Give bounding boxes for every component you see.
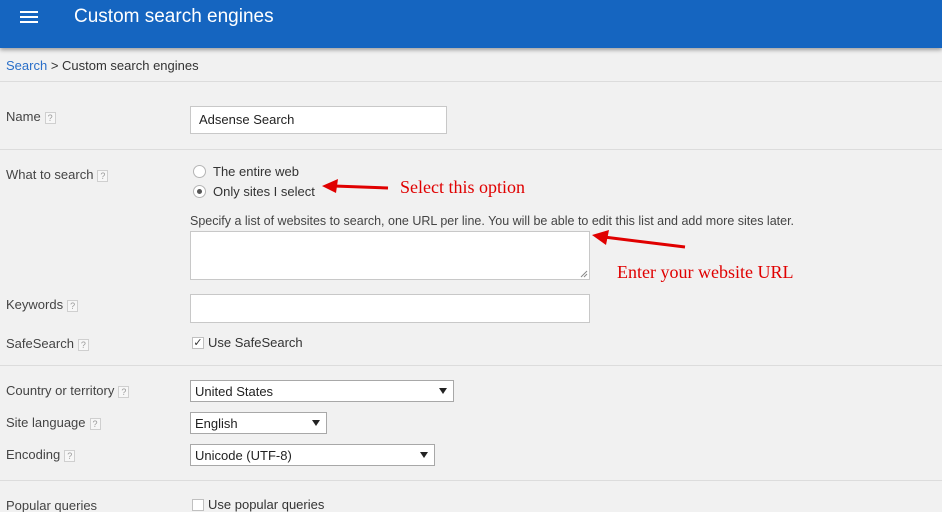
divider	[0, 480, 942, 481]
language-label-text: Site language	[6, 415, 86, 430]
language-select[interactable]: English	[190, 412, 327, 434]
help-icon[interactable]: ?	[77, 338, 89, 351]
divider	[0, 365, 942, 366]
annotation-arrow-icon	[592, 230, 686, 249]
breadcrumb-current: Custom search engines	[62, 58, 199, 73]
safesearch-label: SafeSearch?	[6, 336, 89, 351]
name-label-text: Name	[6, 109, 41, 124]
safesearch-label-text: SafeSearch	[6, 336, 74, 351]
language-select-value: English	[195, 415, 238, 431]
hamburger-menu-icon[interactable]	[20, 10, 40, 24]
help-icon[interactable]: ?	[97, 169, 109, 182]
keywords-label: Keywords?	[6, 297, 79, 312]
help-icon[interactable]: ?	[64, 449, 76, 462]
country-select[interactable]: United States	[190, 380, 454, 402]
breadcrumb-link-search[interactable]: Search	[6, 58, 47, 73]
radio-entire-web[interactable]: The entire web	[193, 164, 299, 179]
checkmark-icon[interactable]: ✓	[192, 336, 204, 349]
name-input[interactable]: Adsense Search	[190, 106, 447, 134]
dropdown-arrow-icon	[312, 420, 320, 426]
dropdown-arrow-icon	[439, 388, 447, 394]
help-icon[interactable]: ?	[67, 299, 79, 312]
safesearch-checkbox-row[interactable]: ✓ Use SafeSearch	[192, 335, 303, 350]
name-label: Name?	[6, 109, 56, 124]
resize-handle-icon[interactable]	[580, 270, 588, 278]
safesearch-checkbox-label: Use SafeSearch	[208, 335, 303, 350]
radio-only-sites[interactable]: Only sites I select	[193, 184, 315, 199]
dropdown-arrow-icon	[420, 452, 428, 458]
popular-queries-checkbox-label: Use popular queries	[208, 497, 325, 512]
help-icon[interactable]: ?	[118, 385, 130, 398]
checkbox[interactable]	[192, 498, 204, 511]
popular-queries-checkbox-row[interactable]: Use popular queries	[192, 497, 324, 512]
radio-entire-web-label: The entire web	[213, 164, 299, 179]
what-to-search-label: What to search?	[6, 167, 109, 182]
encoding-select-value: Unicode (UTF-8)	[195, 447, 292, 463]
annotation-arrow-icon	[322, 179, 389, 193]
page-title: Custom search engines	[74, 6, 274, 27]
popular-queries-label: Popular queries	[6, 498, 98, 512]
radio-button-selected[interactable]	[193, 185, 206, 198]
annotation-enter-url: Enter your website URL	[617, 262, 794, 282]
top-app-bar: Custom search engines	[0, 0, 942, 48]
sites-textarea[interactable]	[190, 231, 590, 280]
sites-hint: Specify a list of websites to search, on…	[190, 214, 795, 228]
breadcrumb: Search > Custom search engines	[6, 58, 199, 73]
divider	[0, 81, 942, 82]
encoding-label: Encoding?	[6, 447, 76, 462]
keywords-input[interactable]	[190, 294, 590, 323]
country-label-text: Country or territory	[6, 383, 115, 398]
keywords-label-text: Keywords	[6, 297, 64, 312]
help-icon[interactable]: ?	[44, 111, 56, 124]
encoding-select[interactable]: Unicode (UTF-8)	[190, 444, 435, 466]
what-to-search-label-text: What to search	[6, 167, 94, 182]
divider	[0, 149, 942, 150]
annotation-select-option: Select this option	[400, 177, 525, 197]
language-label: Site language?	[6, 415, 101, 430]
country-label: Country or territory?	[6, 383, 130, 398]
country-select-value: United States	[195, 383, 274, 399]
breadcrumb-separator: >	[47, 58, 63, 73]
encoding-label-text: Encoding	[6, 447, 61, 462]
help-icon[interactable]: ?	[89, 417, 101, 430]
radio-button[interactable]	[193, 165, 206, 178]
radio-only-sites-label: Only sites I select	[213, 184, 315, 199]
